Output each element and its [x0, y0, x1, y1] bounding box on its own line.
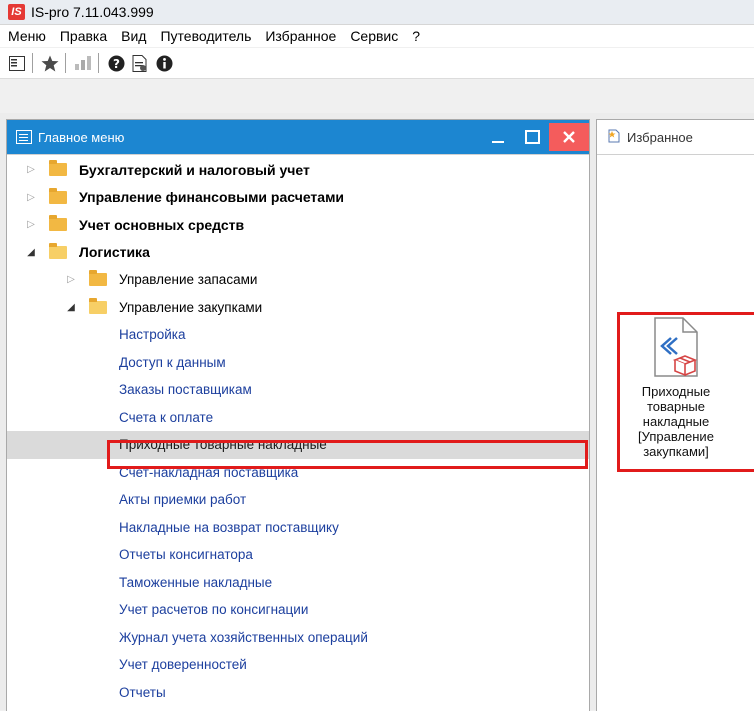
menu-list-icon — [16, 130, 32, 144]
menu-bar: Меню Правка Вид Путеводитель Избранное С… — [0, 25, 754, 47]
toolbar: ? — [0, 48, 754, 79]
tree-item-label: Накладные на возврат поставщику — [119, 519, 339, 535]
menu-item-view[interactable]: Вид — [114, 28, 153, 44]
selected-item-highlight — [107, 440, 588, 469]
favorites-title: Избранное — [627, 129, 693, 145]
tree-item-label: Отчеты консигнатора — [119, 547, 253, 563]
favorites-panel: Избранное Приходные товарные накладные [… — [596, 119, 754, 711]
star-icon[interactable] — [39, 52, 61, 74]
tree-item-label: Отчеты — [119, 684, 166, 700]
tree-item-label: Бухгалтерский и налоговый учет — [79, 161, 310, 178]
tree-item-customs-invoices[interactable]: Таможенные накладные — [7, 569, 589, 597]
folder-open-icon — [49, 242, 67, 259]
tree-item-work-acceptance[interactable]: Акты приемки работ — [7, 486, 589, 514]
expand-arrow-icon[interactable]: ▷ — [65, 274, 77, 285]
favorites-icon — [607, 129, 621, 146]
tree-item-settings[interactable]: Настройка — [7, 321, 589, 349]
tree-item-label: Управление закупками — [119, 299, 263, 315]
toolbar-separator — [32, 53, 33, 73]
menu-item-service[interactable]: Сервис — [343, 28, 405, 44]
tree-item-logistics[interactable]: ◢ Логистика — [7, 239, 589, 267]
tree-item-label: Настройка — [119, 327, 186, 343]
menu-item-edit[interactable]: Правка — [53, 28, 114, 44]
menu-item-guide[interactable]: Путеводитель — [153, 28, 258, 44]
tree-item-label: Таможенные накладные — [119, 574, 273, 590]
window-title: IS-pro 7.11.043.999 — [31, 4, 154, 20]
tree-item-supplier-orders[interactable]: Заказы поставщикам — [7, 376, 589, 404]
tree-item-data-access[interactable]: Доступ к данным — [7, 349, 589, 377]
tree-item-fixed-assets[interactable]: ▷ Учет основных средств — [7, 211, 589, 239]
chart-icon[interactable] — [72, 52, 94, 74]
folder-icon — [49, 160, 67, 177]
folder-icon — [49, 215, 67, 232]
tree-item-power-of-attorney[interactable]: Учет доверенностей — [7, 651, 589, 679]
menu-tree: ▷ Бухгалтерский и налоговый учет ▷ Управ… — [7, 156, 589, 706]
panel-toggle-icon[interactable] — [6, 52, 28, 74]
favorites-header: Избранное — [597, 120, 754, 155]
collapse-arrow-icon[interactable]: ◢ — [65, 302, 77, 313]
tree-item-label: Доступ к данным — [119, 354, 226, 370]
properties-icon[interactable] — [129, 52, 151, 74]
tree-item-label: Управление запасами — [119, 272, 258, 288]
tree-item-label: Управление финансовыми расчетами — [79, 189, 345, 206]
main-menu-title: Главное меню — [38, 129, 125, 145]
tree-item-accounting[interactable]: ▷ Бухгалтерский и налоговый учет — [7, 156, 589, 184]
folder-icon — [49, 187, 67, 204]
tree-item-finance[interactable]: ▷ Управление финансовыми расчетами — [7, 184, 589, 212]
tree-item-consignment-accounting[interactable]: Учет расчетов по консигнации — [7, 596, 589, 624]
expand-arrow-icon[interactable]: ▷ — [25, 219, 37, 230]
tree-item-label: Логистика — [79, 244, 150, 261]
tree-item-label: Акты приемки работ — [119, 492, 247, 508]
tree-item-operations-journal[interactable]: Журнал учета хозяйственных операций — [7, 624, 589, 652]
tree-item-inventory[interactable]: ▷ Управление запасами — [7, 266, 589, 294]
minimize-button[interactable] — [481, 123, 515, 151]
folder-icon — [89, 270, 107, 287]
menu-item-favorites[interactable]: Избранное — [258, 28, 343, 44]
tree-item-label: Счета к оплате — [119, 409, 214, 425]
maximize-button[interactable] — [515, 123, 549, 151]
app-logo-icon: IS — [8, 4, 25, 20]
tree-item-label: Заказы поставщикам — [119, 382, 252, 398]
toolbar-separator — [65, 53, 66, 73]
collapse-arrow-icon[interactable]: ◢ — [25, 247, 37, 258]
tree-item-reports[interactable]: Отчеты — [7, 679, 589, 707]
toolbar-separator — [98, 53, 99, 73]
favorite-tile-highlight — [617, 312, 754, 472]
close-button[interactable] — [549, 123, 589, 151]
tree-item-invoices-payable[interactable]: Счета к оплате — [7, 404, 589, 432]
tree-item-purchasing[interactable]: ◢ Управление закупками — [7, 294, 589, 322]
menu-item-help[interactable]: ? — [405, 28, 427, 44]
tree-item-consignee-reports[interactable]: Отчеты консигнатора — [7, 541, 589, 569]
tree-item-label: Учет основных средств — [79, 216, 245, 233]
menu-item-menu[interactable]: Меню — [0, 28, 53, 44]
tree-item-label: Учет расчетов по консигнации — [119, 602, 309, 618]
expand-arrow-icon[interactable]: ▷ — [25, 192, 37, 203]
window-controls — [481, 120, 589, 154]
tree-item-label: Учет доверенностей — [119, 657, 247, 673]
svg-text:?: ? — [113, 56, 120, 70]
main-menu-header: Главное меню — [7, 120, 589, 155]
title-bar: IS IS-pro 7.11.043.999 — [0, 0, 754, 25]
folder-open-icon — [89, 297, 107, 314]
close-icon — [563, 131, 575, 143]
tree-item-return-invoices[interactable]: Накладные на возврат поставщику — [7, 514, 589, 542]
tree-item-label: Журнал учета хозяйственных операций — [119, 629, 368, 645]
expand-arrow-icon[interactable]: ▷ — [25, 164, 37, 175]
help-icon[interactable]: ? — [105, 52, 127, 74]
info-icon[interactable] — [153, 52, 175, 74]
main-menu-panel: Главное меню ▷ Бухгалтерский и налоговый… — [6, 119, 590, 711]
